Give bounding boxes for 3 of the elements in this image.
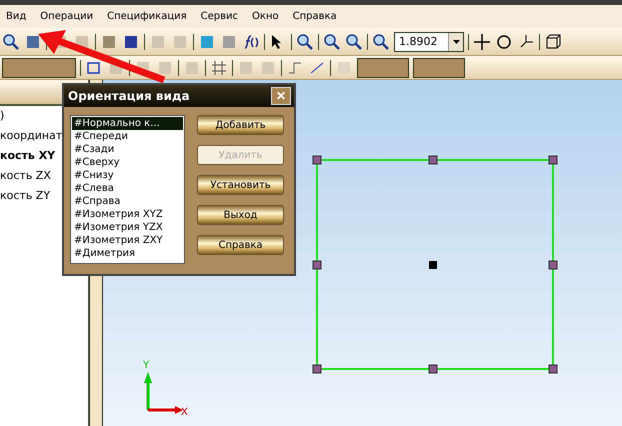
axis-label: X	[181, 407, 188, 418]
dialog-title: Ориентация вида	[68, 89, 190, 103]
axis-label: Y	[143, 360, 150, 371]
